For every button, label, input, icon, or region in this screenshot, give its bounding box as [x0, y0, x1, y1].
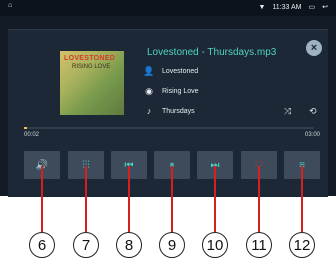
progress-bar[interactable]: [24, 127, 314, 129]
song-name: Thursdays: [162, 107, 195, 115]
album-row: ◉ Rising Love: [142, 86, 199, 97]
album-art: LOVESTONED RISING LOVE: [60, 51, 124, 115]
callout-12: 12: [289, 232, 315, 258]
callout-line-8: [128, 166, 130, 232]
callout-8: 8: [116, 232, 142, 258]
time-total: 03:00: [304, 132, 320, 138]
time-elapsed: 00:02: [24, 132, 40, 138]
now-playing-panel: LOVESTONED RISING LOVE × Lovestoned - Th…: [8, 29, 328, 197]
music-note-icon: ♪: [146, 106, 152, 116]
shuffle-icon[interactable]: ⤨: [284, 106, 291, 117]
status-bar-right: ▼ 11:33 AM ▭ ↩: [258, 3, 329, 12]
artist-icon: 👤: [143, 66, 155, 76]
album-disc-icon: ◉: [145, 86, 153, 96]
callout-line-7: [85, 166, 87, 232]
callout-11: 11: [246, 232, 272, 258]
artist-row: 👤 Lovestoned: [142, 66, 198, 77]
home-icon[interactable]: ⌂: [8, 2, 12, 9]
clock: 11:33 AM: [272, 3, 302, 11]
wifi-icon: ▼: [258, 3, 266, 11]
track-title: Lovestoned - Thursdays.mp3: [147, 47, 277, 58]
callout-9: 9: [159, 232, 185, 258]
player-screen: ⌂ ▼ 11:33 AM ▭ ↩ LOVESTONED RISING LOVE …: [0, 0, 336, 197]
window-icon[interactable]: ▭: [309, 3, 316, 11]
song-row: ♪ Thursdays: [142, 106, 195, 116]
callout-line-12: [301, 166, 303, 232]
callout-line-11: [258, 166, 260, 232]
progress-fill: [24, 127, 28, 129]
callout-7: 7: [73, 232, 99, 258]
artist-name: Lovestoned: [162, 68, 199, 75]
callout-line-9: [171, 166, 173, 232]
callout-6: 6: [29, 232, 55, 258]
repeat-icon[interactable]: ⟲: [309, 106, 317, 117]
callout-line-10: [214, 166, 216, 232]
callout-line-6: [41, 166, 43, 232]
status-bar: ⌂ ▼ 11:33 AM ▭ ↩: [0, 0, 336, 16]
album-name: Rising Love: [162, 88, 199, 95]
album-art-subtitle: RISING LOVE: [72, 64, 111, 70]
back-icon[interactable]: ↩: [322, 3, 328, 11]
album-art-title: LOVESTONED: [64, 55, 116, 62]
close-button[interactable]: ×: [306, 40, 322, 56]
callout-10: 10: [202, 232, 228, 258]
